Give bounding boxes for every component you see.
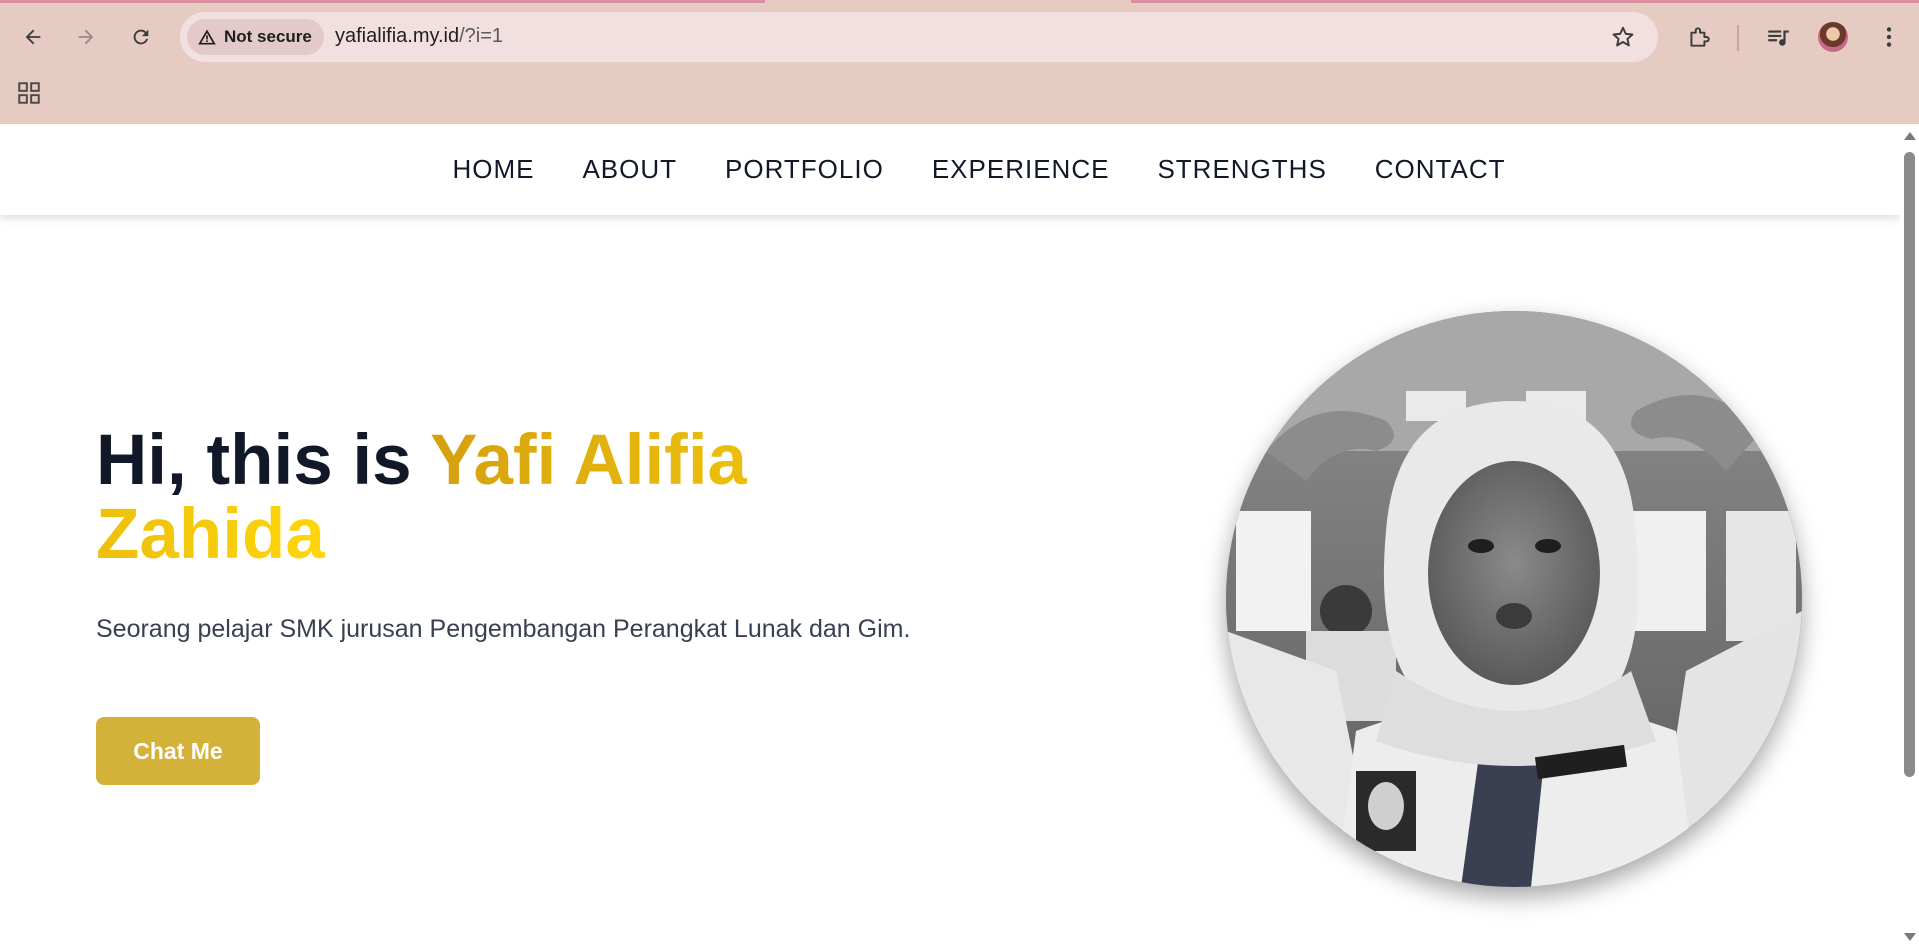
security-label: Not secure: [224, 27, 312, 46]
back-button[interactable]: [15, 19, 51, 55]
hero-title: Hi, this is Yafi Alifia Zahida: [96, 424, 896, 572]
portrait-illustration: [1226, 311, 1802, 887]
nav-link-about[interactable]: ABOUT: [582, 154, 677, 184]
hero-greeting: Hi, this is: [96, 421, 431, 500]
nav-link-home[interactable]: HOME: [452, 154, 534, 184]
warning-icon: [198, 29, 216, 45]
vertical-scrollbar[interactable]: [1900, 124, 1919, 949]
arrow-left-icon: [25, 29, 41, 45]
puzzle-icon: [1690, 27, 1710, 47]
nav-item-about: ABOUT: [582, 154, 677, 185]
url-text[interactable]: yafialifia.my.id/?i=1: [335, 25, 503, 48]
site-navbar: HOME ABOUT PORTFOLIO EXPERIENCE STRENGTH…: [0, 124, 1900, 215]
forward-button[interactable]: [68, 19, 104, 55]
profile-photo: [1226, 311, 1802, 887]
media-controls-button[interactable]: [1763, 22, 1793, 52]
apps-grid-icon[interactable]: [16, 80, 42, 106]
toolbar-separator: [1737, 25, 1739, 51]
playlist-music-icon: [1768, 30, 1789, 46]
nav-link-portfolio[interactable]: PORTFOLIO: [725, 154, 884, 184]
reload-button[interactable]: [123, 19, 159, 55]
chat-me-button[interactable]: Chat Me: [96, 717, 260, 785]
arrow-right-icon: [78, 29, 94, 45]
address-bar[interactable]: Not secure yafialifia.my.id/?i=1: [180, 12, 1658, 62]
hero-description: Seorang pelajar SMK jurusan Pengembangan…: [96, 615, 911, 643]
nav-link-contact[interactable]: CONTACT: [1375, 154, 1506, 184]
browser-chrome: Not secure yafialifia.my.id/?i=1: [0, 0, 1919, 124]
nav-item-strengths: STRENGTHS: [1157, 154, 1326, 185]
scroll-up-arrow-icon[interactable]: [1904, 132, 1916, 140]
page-viewport: HOME ABOUT PORTFOLIO EXPERIENCE STRENGTH…: [0, 124, 1900, 949]
menu-button[interactable]: [1874, 22, 1904, 52]
nav-link-strengths[interactable]: STRENGTHS: [1157, 154, 1326, 184]
nav-link-experience[interactable]: EXPERIENCE: [932, 154, 1110, 184]
nav-item-portfolio: PORTFOLIO: [725, 154, 884, 185]
security-chip[interactable]: Not secure: [187, 19, 324, 55]
nav-item-experience: EXPERIENCE: [932, 154, 1110, 185]
active-tab-notch: [765, 0, 1131, 3]
extensions-button[interactable]: [1684, 22, 1714, 52]
nav-list: HOME ABOUT PORTFOLIO EXPERIENCE STRENGTH…: [394, 154, 1505, 185]
nav-item-contact: CONTACT: [1375, 154, 1506, 185]
scroll-down-arrow-icon[interactable]: [1904, 933, 1916, 941]
reload-icon: [133, 29, 149, 45]
url-path: /?i=1: [459, 25, 504, 47]
profile-avatar[interactable]: [1818, 22, 1848, 52]
nav-item-home: HOME: [452, 154, 534, 185]
bookmark-star-icon[interactable]: [1610, 24, 1636, 50]
url-host: yafialifia.my.id: [335, 25, 460, 47]
scroll-thumb[interactable]: [1904, 152, 1915, 777]
kebab-menu-icon: [1886, 27, 1892, 47]
